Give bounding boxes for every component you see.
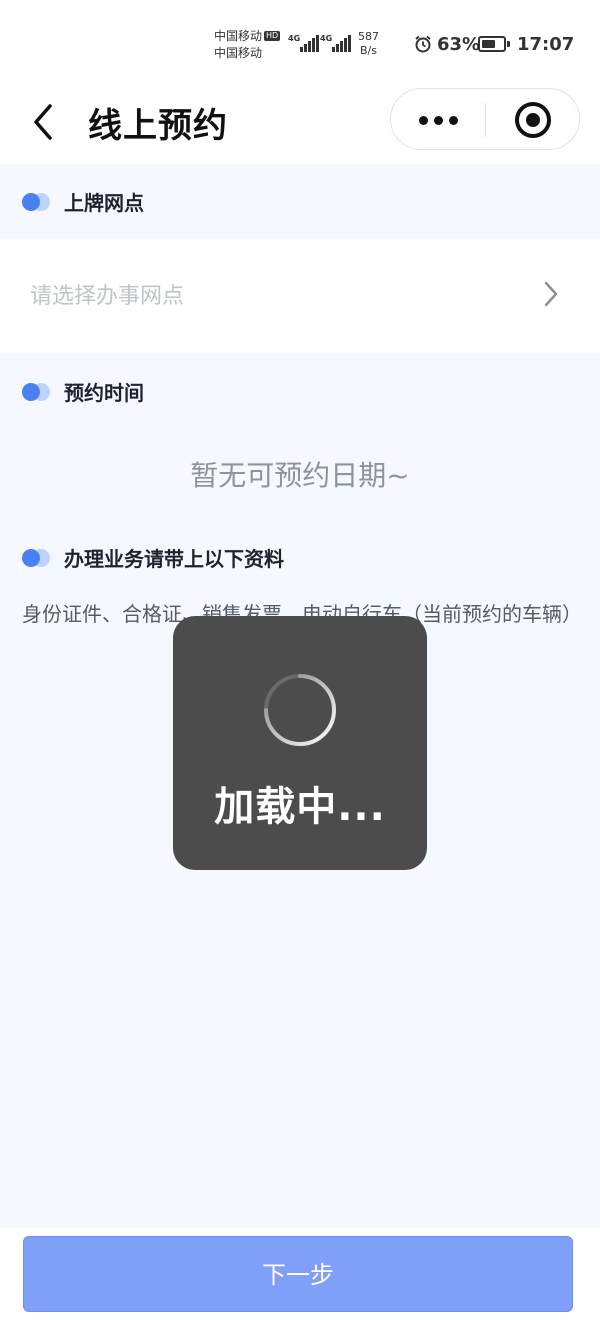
loading-text: 加载中... xyxy=(214,784,386,830)
alarm-icon xyxy=(415,35,431,53)
section-materials-header: 办理业务请带上以下资料 xyxy=(0,522,600,594)
signal-icon: 4G xyxy=(320,34,354,52)
more-dots-icon[interactable] xyxy=(391,89,485,149)
signal-icon: 4G xyxy=(288,34,322,52)
outlet-placeholder: 请选择办事网点 xyxy=(30,284,185,309)
battery-tip xyxy=(507,41,510,47)
target-close-icon[interactable] xyxy=(487,89,579,149)
section-dot-icon xyxy=(22,383,50,401)
section-title: 预约时间 xyxy=(64,381,144,405)
chevron-right-icon xyxy=(544,281,558,307)
section-title: 上牌网点 xyxy=(64,191,144,215)
network-type-2: 4G xyxy=(320,34,333,43)
net-speed-unit: B/s xyxy=(360,44,377,57)
outlet-picker[interactable]: 请选择办事网点 xyxy=(0,238,600,354)
mini-program-capsule xyxy=(390,88,580,150)
net-speed: 587 B/s xyxy=(358,30,379,58)
empty-dates-text: 暂无可预约日期~ xyxy=(190,459,410,492)
capsule-divider xyxy=(485,103,486,137)
carrier-1: 中国移动 xyxy=(214,29,263,43)
bottom-bar: 下一步 xyxy=(0,1228,600,1320)
clock: 17:07 xyxy=(517,34,575,55)
loading-toast: 加载中... xyxy=(173,616,427,870)
next-step-button[interactable]: 下一步 xyxy=(23,1236,573,1312)
network-type-1: 4G xyxy=(288,34,301,43)
status-bar: 中国移动 HD 中国移动 4G 4G 587 B/s 63% 17:07 xyxy=(0,0,600,84)
battery-fill xyxy=(482,40,495,48)
battery-icon xyxy=(478,36,506,52)
chevron-left-icon[interactable] xyxy=(28,102,60,142)
net-speed-value: 587 xyxy=(358,30,379,43)
carrier-info: 中国移动 HD 中国移动 xyxy=(214,28,281,62)
section-title: 办理业务请带上以下资料 xyxy=(64,547,284,571)
section-dot-icon xyxy=(22,549,50,567)
page-title: 线上预约 xyxy=(88,106,228,146)
section-outlet-header: 上牌网点 xyxy=(0,166,600,238)
battery-percent: 63% xyxy=(437,34,481,55)
carrier-2: 中国移动 xyxy=(214,46,263,60)
nav-bar: 线上预约 xyxy=(0,84,600,164)
hd-badge: HD xyxy=(264,31,281,41)
spinner-icon xyxy=(264,674,336,746)
section-time-header: 预约时间 xyxy=(0,356,600,428)
section-dot-icon xyxy=(22,193,50,211)
